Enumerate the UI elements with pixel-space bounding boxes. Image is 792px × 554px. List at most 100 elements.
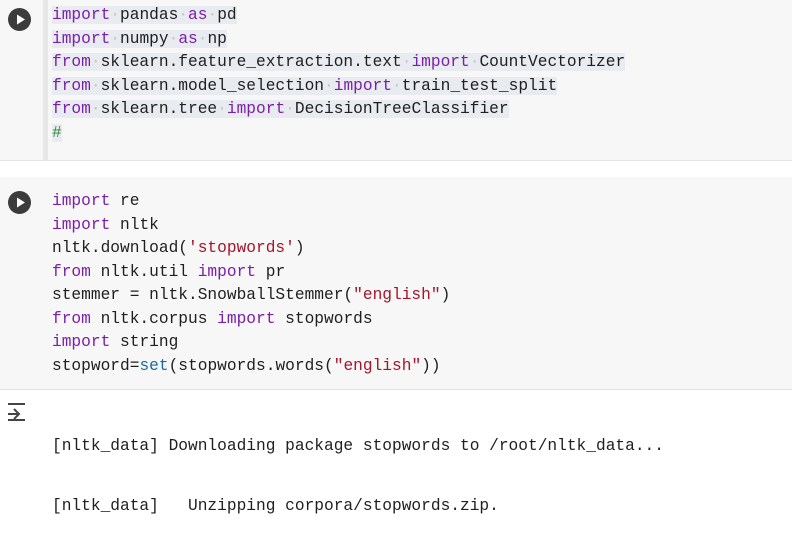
code-token: stemmer = nltk.SnowballStemmer( <box>52 286 354 304</box>
play-icon <box>17 14 25 25</box>
play-icon <box>17 197 25 208</box>
output-line: [nltk_data] Downloading package stopword… <box>52 437 664 455</box>
code-line-text: # <box>52 123 62 142</box>
output-text: [nltk_data] Downloading package stopword… <box>52 399 664 554</box>
code-token: · <box>469 53 480 71</box>
code-token: · <box>207 6 218 24</box>
code-token: import <box>333 76 393 95</box>
code-token: (stopwords.words( <box>168 356 334 375</box>
code-token: import <box>411 53 470 71</box>
code-token: import <box>197 262 257 281</box>
code-token: from <box>52 262 91 281</box>
run-cell-button[interactable] <box>8 191 31 214</box>
code-line: from nltk.corpus import stopwords <box>52 308 450 332</box>
code-token: · <box>110 6 121 24</box>
code-token: · <box>324 76 334 95</box>
code-token: as <box>178 29 198 48</box>
code-line: nltk.download('stopwords') <box>52 237 450 261</box>
code-token: )) <box>421 356 441 375</box>
code-token: import <box>52 29 111 48</box>
code-line-text: nltk.download('stopwords') <box>52 239 305 257</box>
code-line-text: from nltk.corpus import stopwords <box>52 310 373 328</box>
code-token: · <box>392 76 402 95</box>
code-line-text: from·sklearn.feature_extraction.text·imp… <box>52 53 626 71</box>
code-token: nltk <box>110 215 159 234</box>
code-line-text: import re <box>52 192 139 210</box>
code-token: import <box>217 309 276 328</box>
code-line-text: stemmer = nltk.SnowballStemmer("english"… <box>52 286 450 304</box>
code-line: import string <box>52 331 450 355</box>
code-token: nltk.util <box>90 262 198 281</box>
code-line: from nltk.util import pr <box>52 261 450 285</box>
code-editor[interactable]: import re import nltk nltk.download('stopw… <box>52 190 450 378</box>
code-token: DecisionTreeClassifier <box>294 100 509 118</box>
code-token: from <box>52 76 91 95</box>
code-token: · <box>90 53 101 71</box>
code-line: import nltk <box>52 214 450 238</box>
code-token: train_test_split <box>401 76 558 95</box>
code-token: stopword= <box>52 356 140 375</box>
code-token: import <box>52 6 111 24</box>
code-token: · <box>285 100 295 118</box>
code-line: from·sklearn.feature_extraction.text·imp… <box>52 51 626 75</box>
code-token: · <box>197 29 208 48</box>
code-line: import re <box>52 190 450 214</box>
code-token: import <box>52 333 111 351</box>
code-token: import <box>52 192 111 210</box>
code-token: nltk.download( <box>52 239 188 257</box>
code-token: re <box>110 192 140 210</box>
code-token: from <box>52 309 91 328</box>
code-line: # <box>52 122 625 146</box>
code-cell-2[interactable]: import re import nltk nltk.download('stopw… <box>0 177 792 390</box>
code-line-text: from nltk.util import pr <box>52 263 285 281</box>
cell-output: [nltk_data] Downloading package stopword… <box>0 390 792 515</box>
code-token: set <box>139 356 169 375</box>
code-token: # <box>52 123 62 142</box>
code-token: sklearn.model_selection <box>100 76 325 95</box>
code-line-text: import string <box>52 333 178 351</box>
cell-separator <box>0 161 792 177</box>
code-line-text: from·sklearn.tree·import·DecisionTreeCla… <box>52 100 509 118</box>
code-line-text: import nltk <box>52 216 159 234</box>
code-token: ) <box>294 239 305 257</box>
code-token: 'stopwords' <box>188 239 295 257</box>
code-token: CountVectorizer <box>479 53 626 71</box>
code-token: stopwords <box>275 309 373 328</box>
code-token: as <box>188 6 208 24</box>
output-line: [nltk_data] Unzipping corpora/stopwords.… <box>52 496 499 515</box>
code-line-text: from·sklearn.model_selection·import·trai… <box>52 76 558 95</box>
code-token: · <box>110 29 121 48</box>
output-collapse-icon[interactable] <box>5 400 33 422</box>
code-token: · <box>178 6 189 24</box>
code-line: stopword=set(stopwords.words("english")) <box>52 355 450 379</box>
code-line-text: import·numpy·as·np <box>52 29 227 48</box>
code-token: pandas <box>120 6 179 24</box>
code-token: · <box>401 53 412 71</box>
code-token: import <box>52 215 111 234</box>
code-token: pd <box>217 6 237 24</box>
code-line-text: import·pandas·as·pd <box>52 6 237 24</box>
code-cell-1[interactable]: import·pandas·as·pd import·numpy·as·np fro… <box>0 0 792 161</box>
code-line: from·sklearn.model_selection·import·trai… <box>52 75 625 99</box>
code-token: from <box>52 53 91 71</box>
code-token: · <box>90 76 101 95</box>
code-token: · <box>168 29 179 48</box>
code-token: · <box>90 100 101 118</box>
code-token: pr <box>256 262 286 281</box>
code-token: ) <box>440 286 451 304</box>
code-token: · <box>217 100 227 118</box>
code-token: "english" <box>353 286 441 304</box>
code-token: numpy <box>120 29 169 48</box>
code-token: string <box>110 333 179 351</box>
code-line-text: stopword=set(stopwords.words("english")) <box>52 357 441 375</box>
code-line: import·pandas·as·pd <box>52 4 625 28</box>
code-token: from <box>52 100 91 118</box>
code-line: stemmer = nltk.SnowballStemmer("english"… <box>52 284 450 308</box>
code-token: np <box>207 29 227 48</box>
code-token: sklearn.feature_extraction.text <box>100 53 402 71</box>
run-cell-button[interactable] <box>8 8 31 31</box>
code-token: "english" <box>333 356 422 375</box>
code-editor[interactable]: import·pandas·as·pd import·numpy·as·np fro… <box>52 4 626 146</box>
cell-focus-margin <box>43 0 48 160</box>
code-line: import·numpy·as·np <box>52 28 625 52</box>
